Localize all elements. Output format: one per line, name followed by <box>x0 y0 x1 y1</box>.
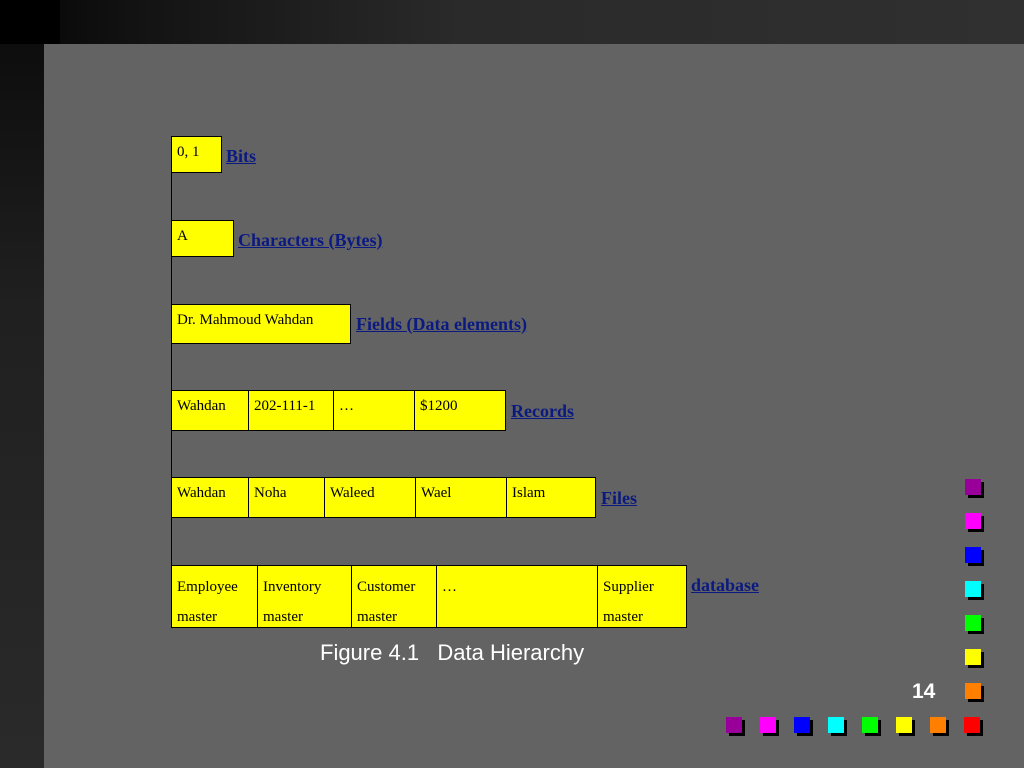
level-fields-row: Dr. Mahmoud Wahdan <box>171 304 351 344</box>
database-cell: … <box>437 566 598 627</box>
decorative-square <box>828 717 844 733</box>
label-fields: Fields (Data elements) <box>356 314 527 334</box>
decorative-square <box>965 615 981 631</box>
file-cell: Noha <box>249 478 325 517</box>
record-cell: $1200 <box>420 398 458 414</box>
record-cell: … <box>334 391 415 430</box>
database-cell: Inventory master <box>258 566 352 627</box>
decorative-square <box>794 717 810 733</box>
record-cell: 202-111-1 <box>249 391 334 430</box>
label-bits: Bits <box>226 146 257 166</box>
decorative-square <box>965 479 981 495</box>
file-cell: Wahdan <box>172 478 249 517</box>
decorative-square <box>964 717 980 733</box>
page-number: 14 <box>912 680 936 703</box>
field-cell: Dr. Mahmoud Wahdan <box>177 312 314 328</box>
database-cell: Employee master <box>172 566 258 627</box>
character-cell: A <box>177 228 188 244</box>
level-bits-row: 0, 1 <box>171 136 222 173</box>
label-records: Records <box>511 401 574 421</box>
decorative-square <box>965 513 981 529</box>
decorative-square <box>896 717 912 733</box>
label-database: database <box>691 575 760 595</box>
decorative-square <box>726 717 742 733</box>
top-band <box>0 0 1024 44</box>
file-cell: Wael <box>416 478 507 517</box>
decorative-square <box>965 683 981 699</box>
database-cell: Customer master <box>352 566 437 627</box>
bits-cell: 0, 1 <box>177 144 200 160</box>
level-database-row: Employee master Inventory master Custome… <box>171 565 687 628</box>
left-band <box>0 0 44 768</box>
level-characters-row: A <box>171 220 234 257</box>
decorative-square <box>862 717 878 733</box>
decorative-square <box>965 649 981 665</box>
decorative-square <box>965 581 981 597</box>
database-cell: Supplier master <box>603 579 654 625</box>
label-files: Files <box>601 488 637 508</box>
label-characters: Characters (Bytes) <box>238 230 383 250</box>
decorative-square <box>760 717 776 733</box>
file-cell: Islam <box>512 485 546 501</box>
level-files-row: Wahdan Noha Waleed Wael Islam <box>171 477 596 518</box>
corner-block <box>0 0 60 44</box>
decorative-square <box>965 547 981 563</box>
figure-caption: Figure 4.1 Data Hierarchy <box>320 640 585 665</box>
decorative-square <box>930 717 946 733</box>
level-records-row: Wahdan 202-111-1 … $1200 <box>171 390 506 431</box>
file-cell: Waleed <box>325 478 416 517</box>
record-cell: Wahdan <box>172 391 249 430</box>
